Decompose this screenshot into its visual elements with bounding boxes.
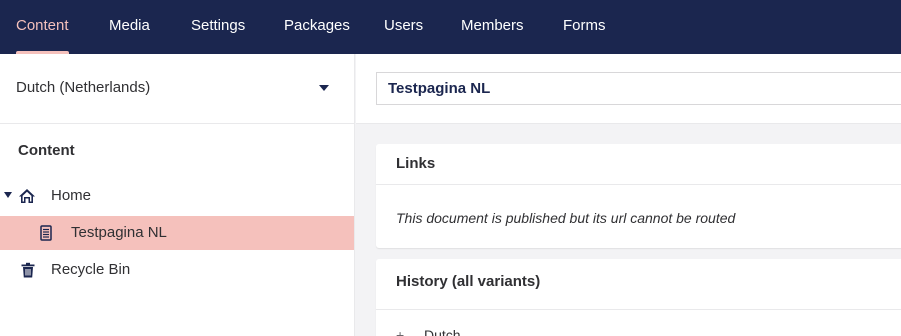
nav-item-packages[interactable]: Packages: [284, 0, 350, 54]
links-status-message: This document is published but its url c…: [396, 210, 736, 226]
panel-divider: [376, 184, 901, 185]
history-item-label: Dutch: [424, 327, 461, 336]
nav-item-forms[interactable]: Forms: [563, 0, 606, 54]
expand-caret-icon[interactable]: [4, 192, 12, 198]
nav-item-label: Users: [384, 17, 424, 34]
links-panel-title: Links: [396, 155, 436, 172]
nav-item-label: Packages: [284, 17, 350, 34]
editor-header: [356, 54, 901, 124]
nav-item-label: Content: [16, 17, 69, 34]
tree-section-title: Content: [18, 142, 75, 159]
nav-item-members[interactable]: Members: [461, 0, 524, 54]
history-panel-title: History (all variants): [396, 273, 541, 290]
links-panel: Links This document is published but its…: [376, 144, 901, 248]
trash-icon: [21, 262, 35, 278]
nav-item-label: Media: [109, 17, 150, 34]
editor-area: Links This document is published but its…: [356, 54, 901, 336]
caret-down-icon: [319, 85, 329, 91]
nav-item-settings[interactable]: Settings: [191, 0, 245, 54]
tree-item-label: Recycle Bin: [51, 261, 131, 278]
history-item: + Dutch: [396, 327, 461, 336]
tree-item-testpagina-nl[interactable]: Testpagina NL: [0, 216, 354, 250]
language-selector[interactable]: Dutch (Netherlands): [0, 54, 354, 124]
tree-item-recycle-bin[interactable]: Recycle Bin: [0, 253, 354, 287]
content-tree-sidebar: Dutch (Netherlands) Content Home Testpag…: [0, 54, 355, 336]
home-icon: [19, 189, 35, 203]
tree-item-label: Testpagina NL: [71, 224, 167, 241]
document-icon: [40, 225, 52, 241]
nav-item-users[interactable]: Users: [384, 0, 423, 54]
top-navigation: Content Media Settings Packages Users Me…: [0, 0, 901, 54]
language-selector-value: Dutch (Netherlands): [16, 79, 151, 96]
nav-item-media[interactable]: Media: [109, 0, 150, 54]
nav-item-label: Settings: [191, 17, 246, 34]
nav-item-content[interactable]: Content: [16, 0, 69, 54]
plus-icon: +: [396, 327, 405, 336]
panel-divider: [376, 309, 901, 310]
nav-item-label: Forms: [563, 17, 606, 34]
history-panel: History (all variants) + Dutch: [376, 259, 901, 336]
nav-item-label: Members: [461, 17, 524, 34]
tree-item-label: Home: [51, 187, 92, 204]
tree-item-home[interactable]: Home: [0, 179, 354, 213]
document-name-input[interactable]: [376, 72, 901, 105]
